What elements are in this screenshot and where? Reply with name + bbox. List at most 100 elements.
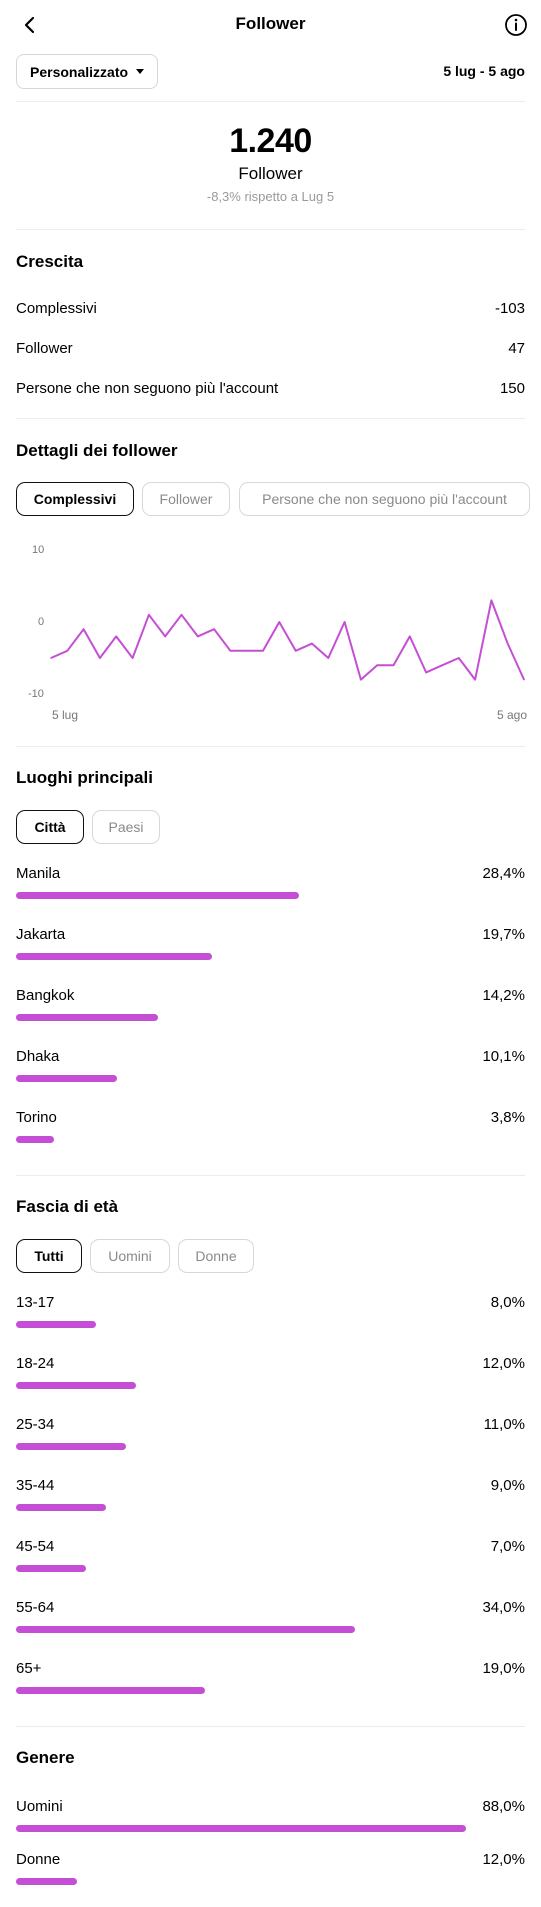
location-percent: 3,8%: [490, 1109, 525, 1126]
location-bar: [16, 1075, 117, 1082]
info-button[interactable]: [503, 12, 529, 38]
location-label: Dhaka: [16, 1048, 60, 1065]
age-percent: 8,0%: [490, 1294, 525, 1311]
location-bar: [16, 892, 300, 899]
details-title: Dettagli dei follower: [16, 441, 178, 460]
follower-series-line: [50, 599, 525, 681]
follower-data-point: [457, 657, 460, 659]
location-label: Torino: [16, 1109, 57, 1126]
chip-cities[interactable]: Città: [16, 810, 84, 844]
age-item: 65+ 19,0%: [16, 1660, 525, 1706]
follower-data-point: [490, 599, 493, 602]
age-title: Fascia di età: [16, 1197, 119, 1216]
divider: [16, 101, 525, 102]
chip-follows[interactable]: Follower: [142, 482, 230, 516]
follower-delta: -8,3% rispetto a Lug 5: [206, 189, 335, 204]
follower-data-point: [148, 614, 150, 616]
gender-title: Genere: [16, 1748, 75, 1767]
divider: [16, 1726, 525, 1727]
age-label: 13-17: [16, 1294, 55, 1311]
follower-data-point: [311, 642, 313, 645]
caret-down-icon: [136, 69, 145, 74]
follower-data-point: [327, 657, 330, 659]
location-bar: [16, 953, 213, 960]
gender-label: Uomini: [16, 1798, 63, 1815]
follower-data-point: [66, 650, 69, 652]
age-percent: 7,0%: [490, 1538, 525, 1555]
age-bar: [16, 1565, 86, 1572]
growth-row-overall: Complessivi -103: [16, 300, 525, 322]
chip-overall[interactable]: Complessivi: [16, 482, 134, 516]
follower-line-chart: 10 0 -10 5 lug 5 ago: [16, 540, 527, 730]
follower-data-point: [474, 678, 476, 681]
divider: [16, 229, 525, 230]
follower-data-point: [294, 650, 297, 652]
follower-data-point: [180, 614, 183, 616]
location-label: Manila: [16, 865, 61, 882]
follower-data-point: [441, 664, 444, 666]
x-tick-label: 5 lug: [52, 708, 79, 722]
page-title: Follower: [235, 14, 306, 33]
follower-data-point: [82, 628, 85, 630]
location-bar: [16, 1136, 54, 1143]
divider: [16, 1175, 525, 1176]
range-dropdown[interactable]: Personalizzato: [16, 54, 159, 89]
growth-row-value: 47: [508, 340, 525, 357]
follower-data-point: [343, 621, 346, 623]
chip-countries[interactable]: Paesi: [92, 810, 160, 844]
location-item: Torino 3,8%: [16, 1109, 525, 1155]
location-bar: [16, 1014, 158, 1021]
chip-all[interactable]: Tutti: [16, 1239, 82, 1273]
chip-unfollows[interactable]: Persone che non seguono più l'account: [239, 482, 530, 516]
age-percent: 11,0%: [483, 1416, 525, 1433]
age-item: 35-44 9,0%: [16, 1477, 525, 1523]
age-label: 45-54: [16, 1538, 55, 1555]
growth-row-value: 150: [499, 380, 525, 397]
age-percent: 34,0%: [482, 1599, 525, 1616]
age-label: 18-24: [16, 1355, 55, 1372]
location-item: Jakarta 19,7%: [16, 926, 525, 972]
divider: [16, 418, 525, 419]
location-item: Manila 28,4%: [16, 865, 525, 911]
line-chart-plot: [50, 599, 525, 681]
age-bar: [16, 1504, 106, 1511]
age-item: 18-24 12,0%: [16, 1355, 525, 1401]
growth-row-unfollows: Persone che non seguono più l'account 15…: [16, 380, 525, 402]
location-percent: 14,2%: [482, 987, 525, 1004]
age-label: 55-64: [16, 1599, 55, 1616]
follower-data-point: [213, 628, 215, 630]
chip-women[interactable]: Donne: [178, 1239, 254, 1273]
location-percent: 28,4%: [482, 865, 525, 882]
gender-percent: 12,0%: [482, 1851, 525, 1868]
growth-row-follows: Follower 47: [16, 340, 525, 362]
location-item: Bangkok 14,2%: [16, 987, 525, 1033]
age-bar: [16, 1687, 206, 1694]
age-label: 65+: [16, 1660, 42, 1677]
age-label: 35-44: [16, 1477, 55, 1494]
follower-data-point: [262, 650, 264, 652]
follower-data-point: [245, 650, 248, 652]
follower-data-point: [115, 635, 118, 638]
age-item: 45-54 7,0%: [16, 1538, 525, 1584]
age-bar: [16, 1382, 136, 1389]
follower-count-label: Follower: [238, 164, 303, 183]
location-label: Jakarta: [16, 926, 66, 943]
follower-data-point: [392, 664, 395, 666]
follower-data-point: [409, 635, 411, 638]
growth-row-label: Persone che non seguono più l'account: [16, 380, 279, 397]
follower-count: 1.240: [229, 122, 312, 160]
follower-data-point: [278, 621, 281, 623]
age-item: 55-64 34,0%: [16, 1599, 525, 1645]
follower-data-point: [50, 657, 52, 659]
info-icon: [505, 14, 527, 36]
gender-item: Donne 12,0%: [16, 1851, 525, 1897]
location-percent: 19,7%: [482, 926, 525, 943]
chip-men[interactable]: Uomini: [90, 1239, 170, 1273]
date-range-text: 5 lug - 5 ago: [443, 63, 525, 79]
x-tick-label: 5 ago: [496, 708, 527, 722]
gender-bar: [16, 1878, 78, 1885]
gender-label: Donne: [16, 1851, 61, 1868]
follower-data-point: [164, 635, 166, 638]
follower-data-point: [425, 671, 427, 674]
age-bar: [16, 1443, 126, 1450]
